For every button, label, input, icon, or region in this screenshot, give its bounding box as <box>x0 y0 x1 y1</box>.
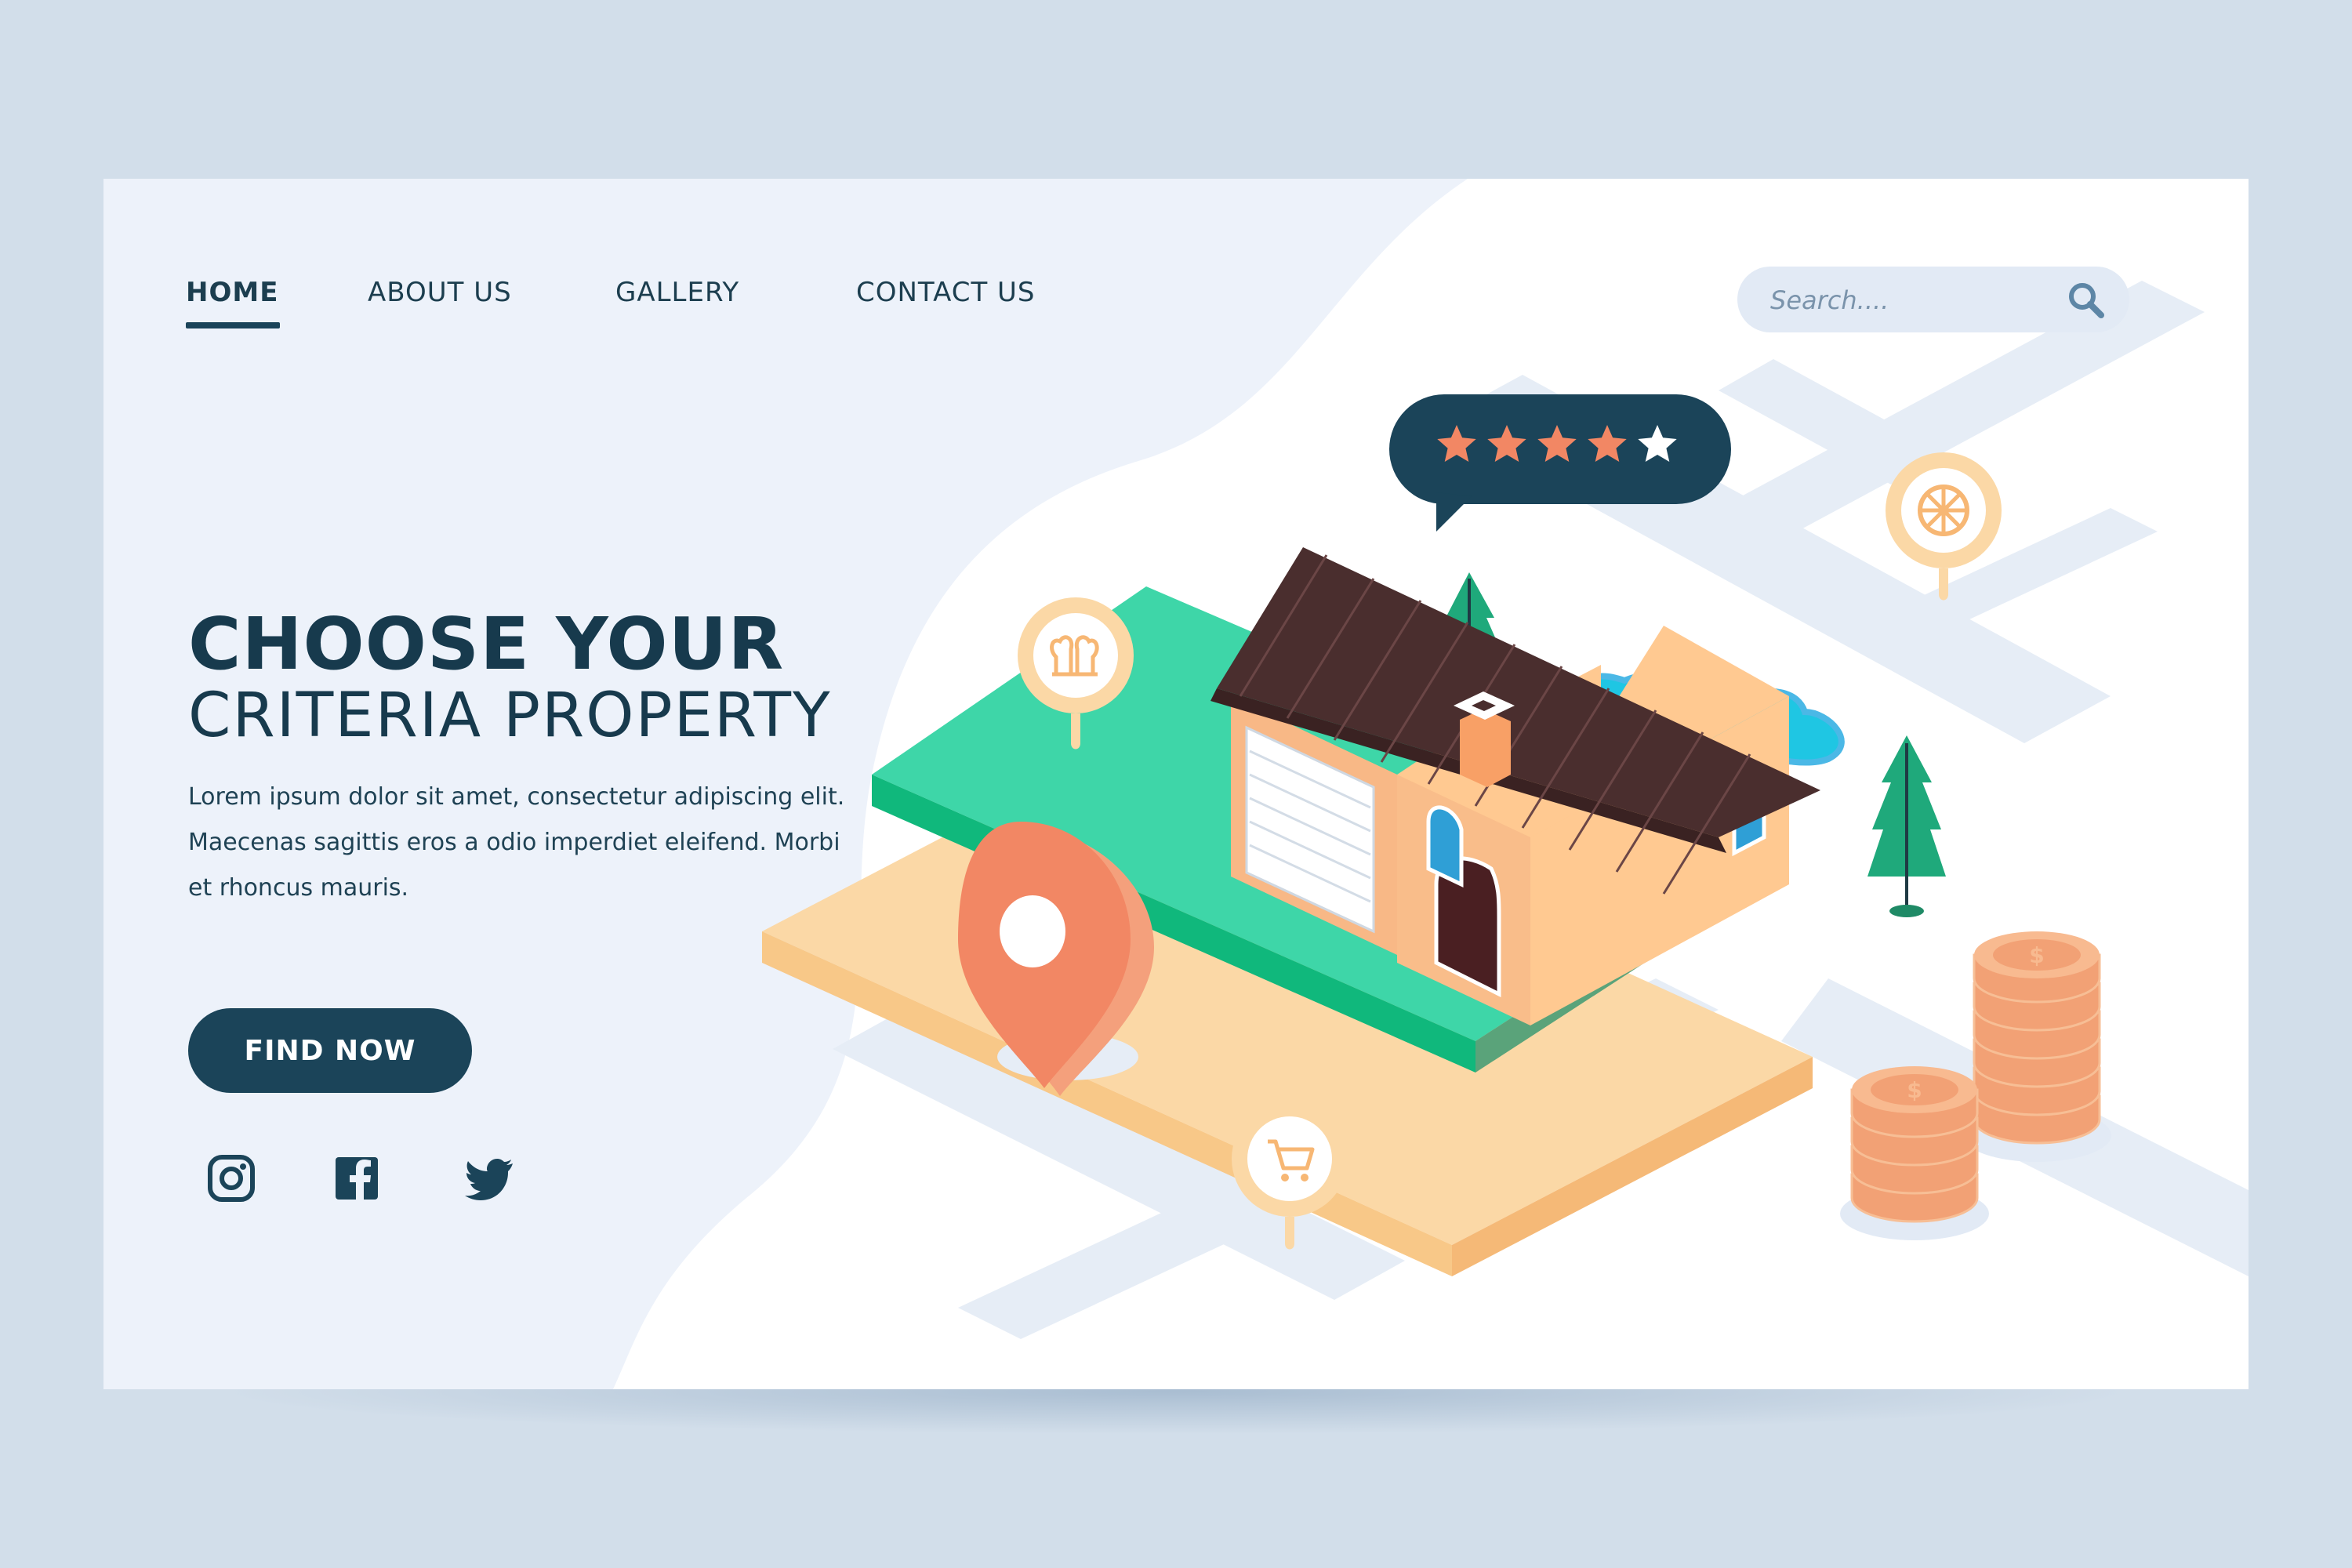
rating-bubble <box>1389 394 1731 532</box>
dollar-sign-icon: $ <box>2029 942 2044 968</box>
coin-stack-tall: $ <box>1962 931 2111 1162</box>
wheel-pin-icon <box>1886 452 2002 601</box>
tree-2 <box>1867 735 1946 917</box>
coin-stack-short: $ <box>1840 1066 1989 1240</box>
house-illustration: $ $ <box>762 394 2111 1276</box>
landing-card: HOME ABOUT US GALLERY CONTACT US CHOOSE … <box>103 179 2249 1389</box>
shopping-cart-pin-icon <box>1232 1101 1348 1250</box>
dollar-sign-icon: $ <box>1907 1077 1922 1103</box>
